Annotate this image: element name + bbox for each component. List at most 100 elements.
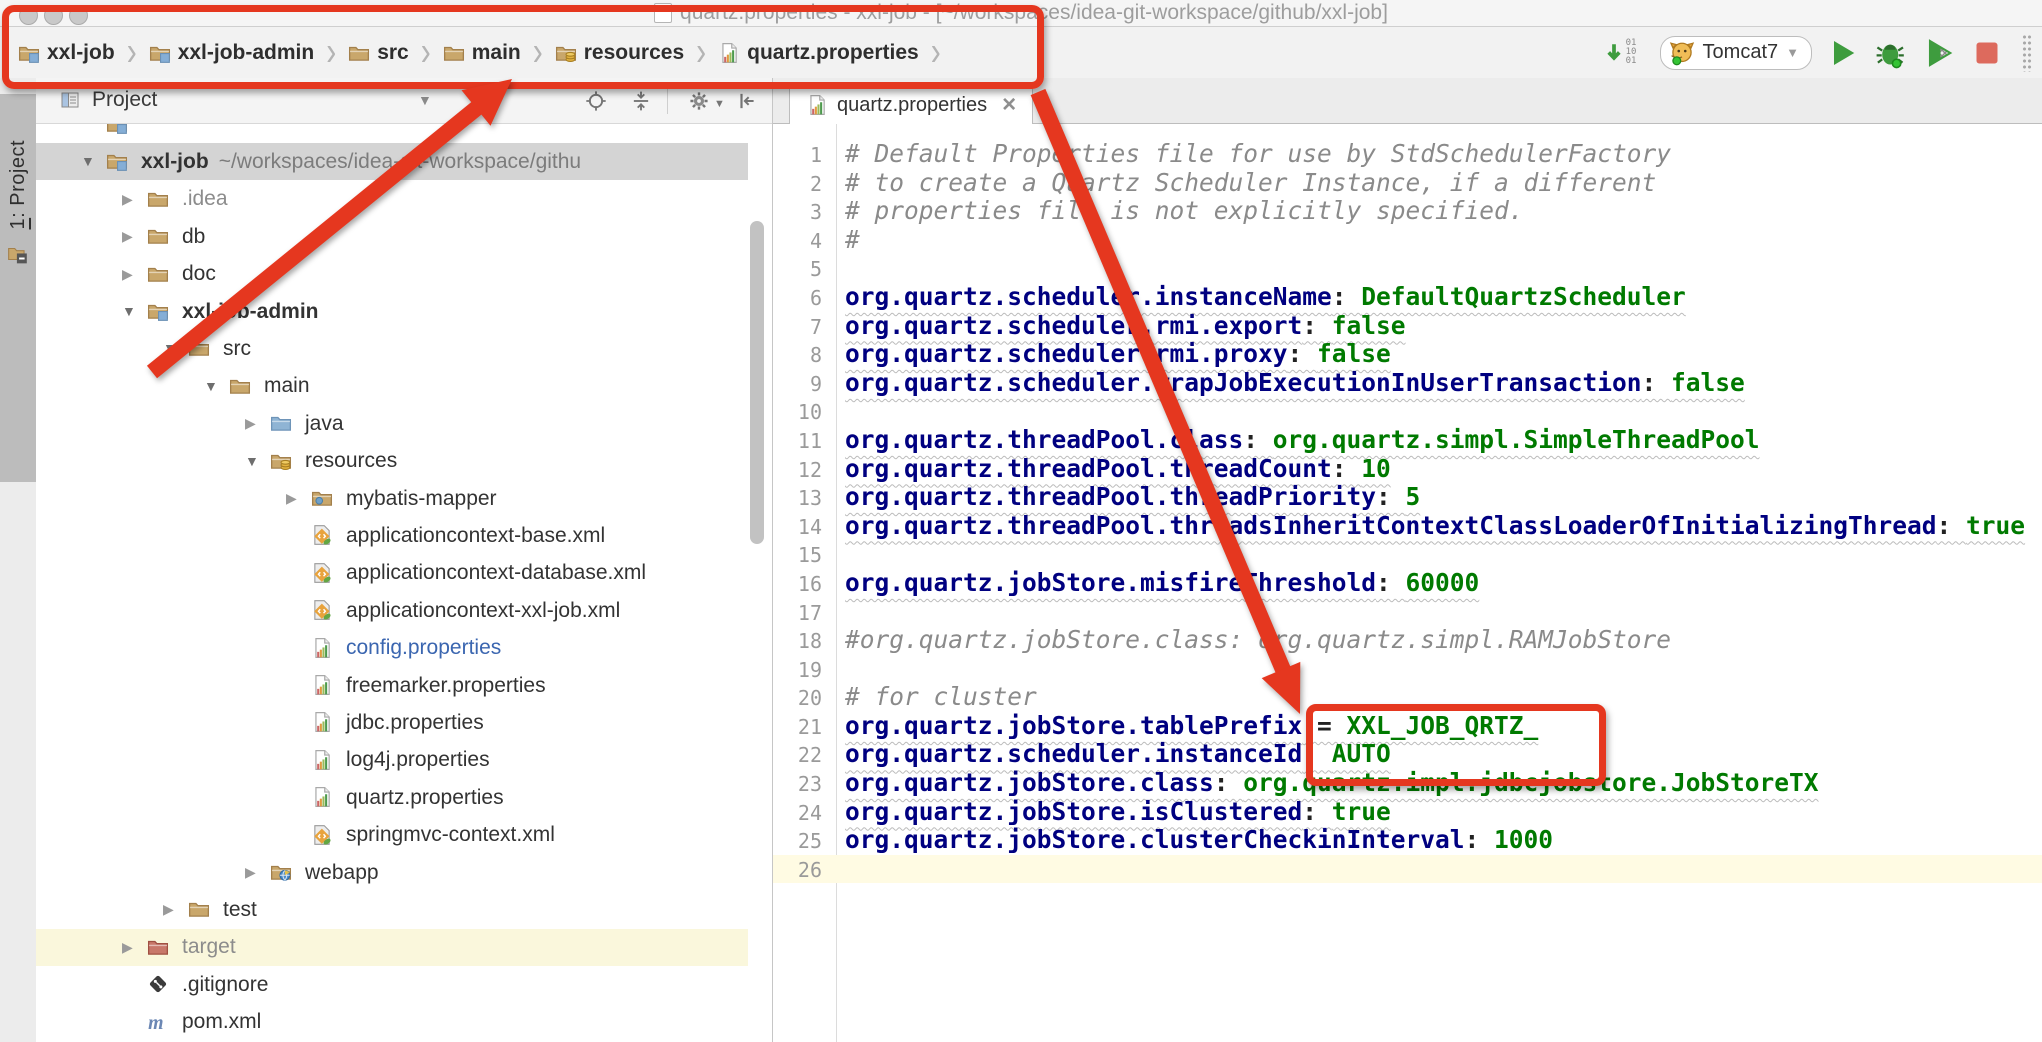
chevron-expanded-icon[interactable]: ▼ (245, 453, 259, 469)
chevron-expanded-icon[interactable]: ▼ (204, 378, 218, 394)
tree-item-applicationcontext-base.xml[interactable]: applicationcontext-base.xml (36, 517, 748, 554)
chevron-collapsed-icon[interactable]: ▶ (122, 939, 133, 956)
tree-item-.gitignore[interactable]: .gitignore (36, 966, 748, 1003)
tree-item-label: pom.xml (182, 1010, 261, 1034)
folder-icon (188, 337, 210, 359)
locate-file-icon[interactable] (585, 90, 607, 112)
window-grip-handle[interactable] (2022, 34, 2032, 72)
tree-item-xxl-job-admin[interactable]: ▼xxl-job-admin (36, 293, 748, 330)
code-line-12: 12org.quartz.threadPool.threadCount: 10 (773, 455, 2042, 484)
folder-icon (229, 375, 251, 397)
tree-item-target[interactable]: ▶target (36, 929, 748, 966)
breadcrumb-item-quartz.properties[interactable]: quartz.properties (718, 41, 919, 65)
tree-scrollbar-thumb[interactable] (750, 221, 764, 544)
code-line-14: 14org.quartz.threadPool.threadsInheritCo… (773, 512, 2042, 541)
title-bar: quartz.properties - xxl-job - [~/workspa… (0, 0, 2042, 27)
tree-item-src[interactable]: ▼src (36, 330, 748, 367)
tree-item-.idea[interactable]: ▶.idea (36, 181, 748, 218)
collapse-all-icon[interactable] (630, 90, 652, 112)
tree-item-db[interactable]: ▶db (36, 218, 748, 255)
chevron-expanded-icon[interactable]: ▼ (81, 153, 95, 169)
breadcrumb-item-xxl-job-admin[interactable]: xxl-job-admin (149, 41, 315, 65)
tree-item-resources[interactable]: ▼resources (36, 443, 748, 480)
run-toolbar: 011001 Tomcat7 ▼ (1594, 27, 2032, 78)
update-application-button[interactable]: 011001 (1594, 36, 1646, 70)
tree-item-quartz.properties[interactable]: quartz.properties (36, 779, 748, 816)
gitignore-file-icon (147, 973, 169, 995)
code-editor[interactable]: 1# Default Properties file for use by St… (773, 124, 2042, 1042)
property-key: org.quartz.scheduler.instanceId (845, 739, 1302, 768)
code-line-24: 24org.quartz.jobStore.isClustered: true (773, 798, 2042, 827)
sidebar-tab-project[interactable]: 1: Project (0, 94, 36, 482)
tree-item-label: applicationcontext-xxl-job.xml (346, 599, 620, 623)
chevron-collapsed-icon[interactable]: ▶ (122, 228, 133, 245)
code-line-13: 13org.quartz.threadPool.threadPriority: … (773, 483, 2042, 512)
close-icon[interactable]: × (1002, 95, 1016, 115)
code-line-10: 10 (773, 397, 2042, 426)
spring-xml-icon (311, 524, 333, 546)
code-line-18: 18#org.quartz.jobStore.class: org.quartz… (773, 626, 2042, 655)
chevron-down-icon[interactable]: ▼ (418, 92, 432, 108)
chevron-collapsed-icon[interactable]: ▶ (122, 191, 133, 208)
tab-label: quartz.properties (837, 94, 987, 117)
debug-button[interactable] (1874, 36, 1908, 70)
module-folder-icon (106, 150, 128, 172)
hide-panel-icon[interactable] (736, 90, 758, 112)
tree-item-test[interactable]: ▶test (36, 891, 748, 928)
property-key: org.quartz.threadPool.threadCount (845, 454, 1332, 483)
breadcrumb-separator: › (421, 30, 431, 76)
chevron-expanded-icon[interactable]: ▼ (163, 340, 177, 356)
tree-item-applicationcontext-xxl-job.xml[interactable]: applicationcontext-xxl-job.xml (36, 592, 748, 629)
property-separator: : (1376, 482, 1406, 511)
tree-item-clipped-row[interactable] (36, 124, 748, 143)
folder-icon (188, 898, 210, 920)
tree-item-log4j.properties[interactable]: log4j.properties (36, 742, 748, 779)
property-key: org.quartz.scheduler.instanceName (845, 282, 1332, 311)
breadcrumb-item-src[interactable]: src (348, 41, 409, 65)
tree-item-applicationcontext-database.xml[interactable]: applicationcontext-database.xml (36, 555, 748, 592)
run-config-selector[interactable]: Tomcat7 ▼ (1660, 36, 1812, 70)
chevron-collapsed-icon[interactable]: ▶ (163, 901, 174, 918)
chevron-expanded-icon[interactable]: ▼ (122, 303, 136, 319)
property-key: org.quartz.scheduler.wrapJobExecutionInU… (845, 368, 1642, 397)
stop-button[interactable] (1970, 36, 2004, 70)
run-button[interactable] (1826, 36, 1860, 70)
folder-icon (147, 225, 169, 247)
property-value: org.quartz.impl.jdbcjobstore.JobStoreTX (1243, 768, 1818, 797)
gear-icon[interactable] (688, 90, 710, 112)
tree-item-freemarker.properties[interactable]: freemarker.properties (36, 667, 748, 704)
property-key: org.quartz.scheduler.rmi.export (845, 311, 1302, 340)
property-separator: = (1302, 711, 1346, 740)
breadcrumb-item-resources[interactable]: resources (555, 41, 684, 65)
tree-item-webapp[interactable]: ▶webapp (36, 854, 748, 891)
property-value: XXL_JOB_QRTZ_ (1347, 711, 1539, 740)
tree-item-pom.xml[interactable]: mpom.xml (36, 1004, 748, 1041)
tree-item-config.properties[interactable]: config.properties (36, 630, 748, 667)
tree-item-mybatis-mapper[interactable]: ▶mybatis-mapper (36, 480, 748, 517)
traffic-light-close-button[interactable] (19, 6, 38, 25)
line-number: 25 (773, 827, 836, 856)
run-with-coverage-button[interactable] (1922, 36, 1956, 70)
line-number: 13 (773, 484, 836, 513)
traffic-light-minimize-button[interactable] (44, 6, 63, 25)
code-line-15: 15 (773, 540, 2042, 569)
breadcrumb-item-main[interactable]: main (443, 41, 521, 65)
chevron-collapsed-icon[interactable]: ▶ (122, 266, 133, 283)
tree-item-doc[interactable]: ▶doc (36, 256, 748, 293)
tree-item-main[interactable]: ▼main (36, 368, 748, 405)
property-key: org.quartz.threadPool.threadPriority (845, 482, 1376, 511)
tree-item-springmvc-context.xml[interactable]: springmvc-context.xml (36, 817, 748, 854)
chevron-collapsed-icon[interactable]: ▶ (245, 864, 256, 881)
project-icon (60, 90, 80, 110)
chevron-collapsed-icon[interactable]: ▶ (245, 415, 256, 432)
traffic-light-zoom-button[interactable] (69, 6, 88, 25)
tree-item-java[interactable]: ▶java (36, 405, 748, 442)
chevron-collapsed-icon[interactable]: ▶ (286, 490, 297, 507)
line-number: 22 (773, 741, 836, 770)
breadcrumb-item-xxl-job[interactable]: xxl-job (18, 41, 115, 65)
tree-item-jdbc.properties[interactable]: jdbc.properties (36, 704, 748, 741)
navigation-bar: xxl-job›xxl-job-admin›src›main›resources… (0, 27, 2042, 79)
tree-item-xxl-job[interactable]: ▼xxl-job~/workspaces/idea-git-workspace/… (36, 143, 748, 180)
tab-quartz-properties[interactable]: quartz.properties × (789, 85, 1033, 124)
excluded-folder-icon (147, 936, 169, 958)
